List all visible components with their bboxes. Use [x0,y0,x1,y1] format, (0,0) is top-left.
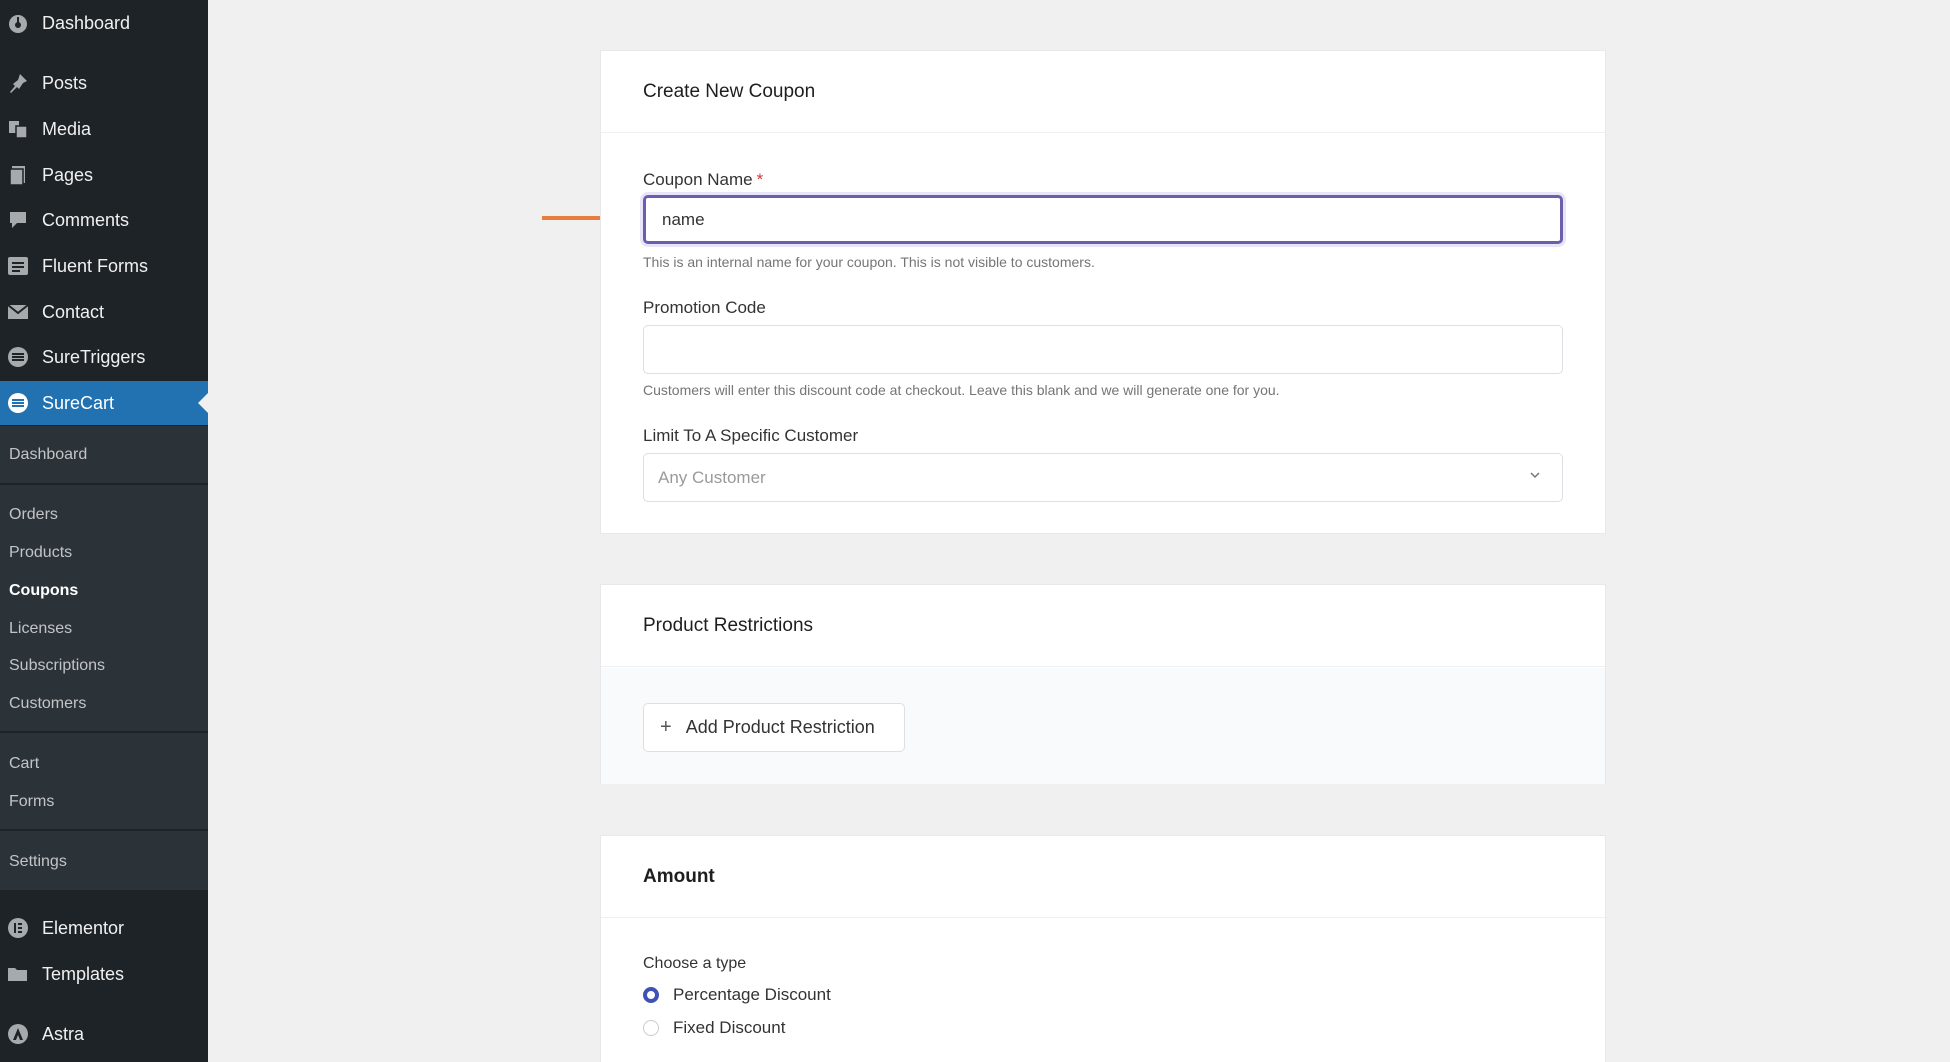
menu-astra[interactable]: Astra [0,1012,208,1056]
mail-icon [6,300,30,324]
choose-type-label: Choose a type [643,955,747,972]
customer-select[interactable]: Any Customer [643,453,1563,502]
menu-contact[interactable]: Contact [0,290,208,334]
plus-icon: + [660,716,672,738]
menu-label: Contact [42,301,105,322]
menu-label: Elementor [42,917,125,938]
menu-label: Posts [42,72,88,93]
create-coupon-card: Create New Coupon Coupon Name * name This… [600,50,1606,534]
surecart-icon [6,391,30,415]
submenu-divider [0,829,208,831]
menu-templates[interactable]: Templates [0,952,208,996]
menu-label: Media [42,118,92,139]
radio-button[interactable] [643,1020,659,1036]
menu-label: SureTriggers [42,346,146,367]
dashboard-icon [6,11,30,35]
radio-fixed-discount[interactable]: Fixed Discount [643,1018,785,1038]
menu-comments[interactable]: Comments [0,198,208,242]
menu-dashboard[interactable]: Dashboard [0,1,208,45]
submenu-orders[interactable]: Orders [9,506,58,524]
coupon-name-help: This is an internal name for your coupon… [643,254,1095,270]
customer-limit-label: Limit To A Specific Customer [643,426,859,445]
menu-posts[interactable]: Posts [0,61,208,105]
promotion-code-input[interactable] [643,325,1563,374]
radio-label: Percentage Discount [673,985,831,1004]
admin-sidebar: Dashboard Posts Media Pages Comments Flu… [0,0,208,1062]
menu-label: Comments [42,209,130,230]
coupon-name-input[interactable]: name [643,195,1563,244]
coupon-name-label-text: Coupon Name [643,170,753,189]
submenu-cart[interactable]: Cart [9,755,39,773]
menu-surecart[interactable]: SureCart [0,381,208,425]
promotion-code-help: Customers will enter this discount code … [643,382,1280,398]
menu-label: SureCart [42,392,115,413]
suretriggers-icon [6,345,30,369]
astra-icon [6,1022,30,1046]
folder-icon [6,962,30,986]
submenu-divider [0,731,208,733]
elementor-icon [6,916,30,940]
menu-label: Templates [42,963,125,984]
pin-icon [6,71,30,95]
required-marker: * [756,170,764,189]
submenu-subscriptions[interactable]: Subscriptions [9,657,105,675]
submenu-licenses[interactable]: Licenses [9,620,72,638]
radio-label: Fixed Discount [673,1018,786,1037]
submenu-coupons[interactable]: Coupons [9,582,78,600]
submenu-settings[interactable]: Settings [9,853,67,871]
button-label: Add Product Restriction [685,717,875,737]
radio-percentage-discount[interactable]: Percentage Discount [643,985,831,1005]
menu-fluent-forms[interactable]: Fluent Forms [0,244,208,288]
chevron-down-icon [1530,472,1540,479]
add-product-restriction-button[interactable]: + Add Product Restriction [643,703,905,752]
menu-label: Fluent Forms [42,255,149,276]
submenu-dashboard[interactable]: Dashboard [9,446,87,464]
menu-media[interactable]: Media [0,107,208,151]
pages-icon [6,163,30,187]
card-title: Product Restrictions [601,585,1605,667]
product-restrictions-card: Product Restrictions + Add Product Restr… [600,584,1606,784]
surecart-submenu: Dashboard Orders Products Coupons Licens… [0,426,208,890]
media-icon [6,117,30,141]
card-title: Amount [601,836,1605,918]
radio-button-selected[interactable] [643,987,659,1003]
customer-select-placeholder: Any Customer [658,467,766,487]
menu-label: Astra [42,1023,85,1044]
submenu-divider [0,483,208,485]
menu-pages[interactable]: Pages [0,153,208,197]
coupon-name-label: Coupon Name * [643,170,763,190]
card-title: Create New Coupon [601,51,1605,133]
submenu-customers[interactable]: Customers [9,695,86,713]
submenu-forms[interactable]: Forms [9,793,54,811]
forms-icon [6,254,30,278]
amount-card: Amount Choose a type Percentage Discount… [600,835,1606,1062]
menu-label: Dashboard [42,12,131,33]
promotion-code-label: Promotion Code [643,298,766,317]
submenu-products[interactable]: Products [9,544,72,562]
menu-suretriggers[interactable]: SureTriggers [0,335,208,379]
comment-icon [6,208,30,232]
menu-elementor[interactable]: Elementor [0,906,208,950]
menu-label: Pages [42,164,94,185]
